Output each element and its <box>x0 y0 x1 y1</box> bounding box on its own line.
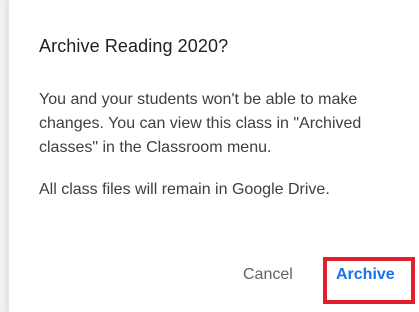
dialog-note: All class files will remain in Google Dr… <box>39 181 330 198</box>
dialog-body: You and your students won't be able to m… <box>39 88 389 220</box>
dialog-actions: Cancel Archive <box>9 252 419 312</box>
cancel-button[interactable]: Cancel <box>243 266 293 284</box>
archive-button[interactable]: Archive <box>336 266 395 284</box>
dialog-message: You and your students won't be able to m… <box>39 91 362 156</box>
dialog-title: Archive Reading 2020? <box>39 36 229 56</box>
archive-class-dialog: Archive Reading 2020? You and your stude… <box>8 0 419 312</box>
